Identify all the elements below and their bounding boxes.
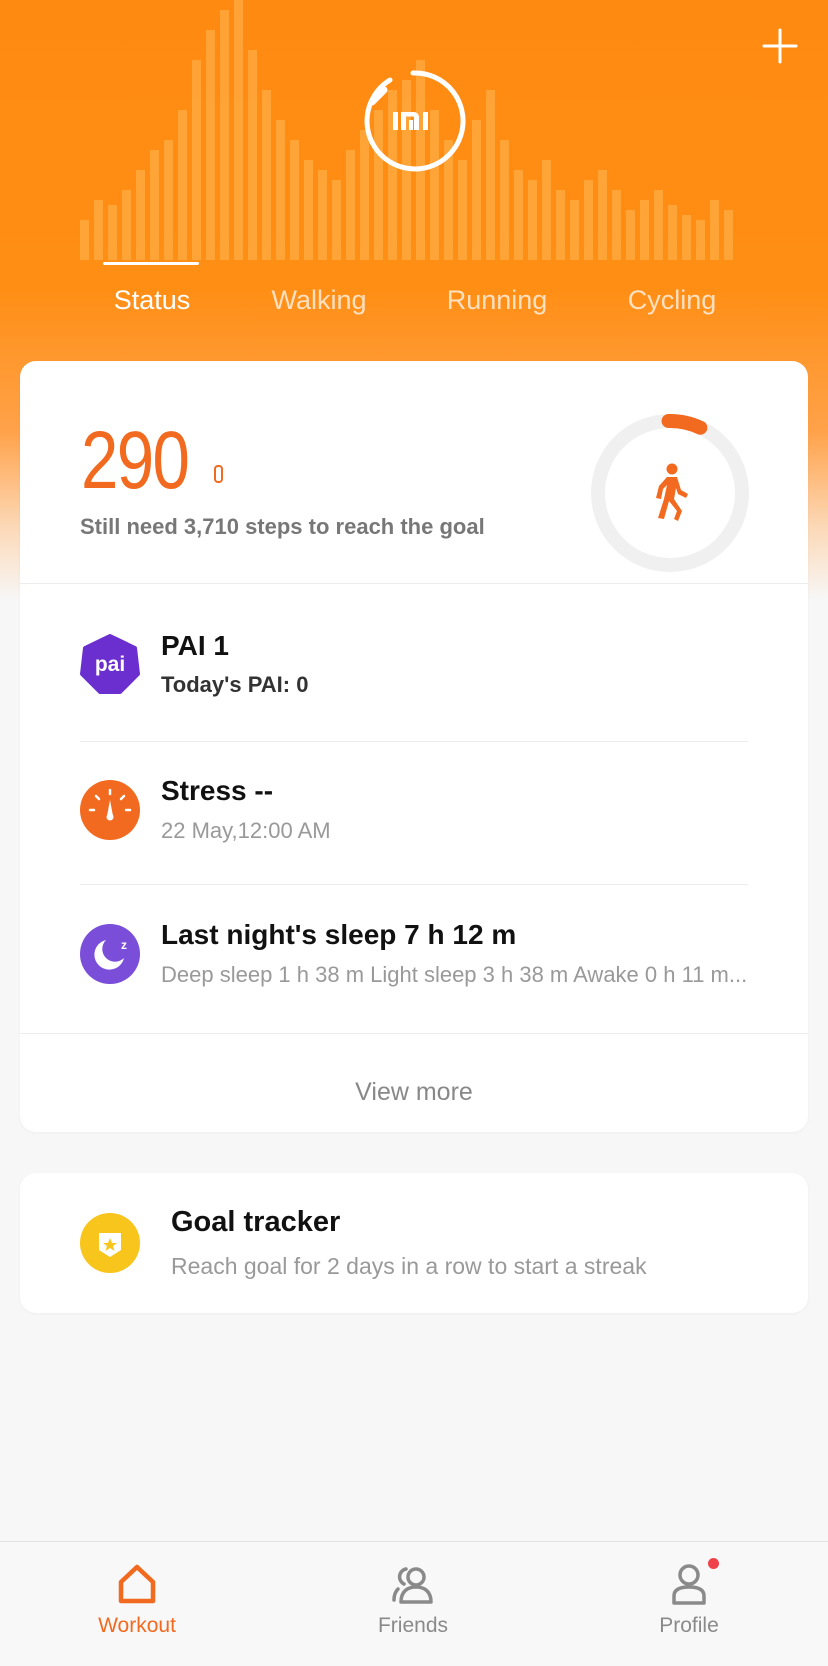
background-bar [164,140,173,260]
background-bar [276,120,285,260]
background-bar [192,60,201,260]
background-bar [570,200,579,260]
background-bar [556,190,565,260]
steps-count: 290 [81,415,190,506]
activity-tabs: Status Walking Running Cycling [0,255,828,315]
background-bar [584,180,593,260]
background-bar [542,160,551,260]
background-bar [500,140,509,260]
tab-walking[interactable]: Walking [229,285,409,316]
svg-text:z: z [121,938,127,952]
plus-icon[interactable] [760,26,800,66]
background-bar [262,90,271,260]
divider [80,884,748,885]
pai-subtitle: Today's PAI: 0 [161,672,309,697]
divider [80,741,748,742]
background-bar [108,205,117,260]
background-bar [668,205,677,260]
mi-logo [364,70,466,172]
goal-tracker-subtitle: Reach goal for 2 days in a row to start … [171,1253,647,1279]
background-bar [136,170,145,260]
sleep-title: Last night's sleep 7 h 12 m [161,919,517,950]
background-bar [346,150,355,260]
divider [20,583,808,584]
nav-workout-label: Workout [98,1614,176,1637]
band-icon [214,465,223,483]
home-icon [118,1564,156,1604]
background-bar [724,210,733,260]
background-bar [682,215,691,260]
friends-icon [392,1567,433,1604]
background-bar [626,210,635,260]
background-bar [234,0,243,260]
background-bar [332,180,341,260]
background-bar [150,150,159,260]
badge-star-icon [80,1213,140,1273]
notification-dot [708,1558,719,1569]
background-bar [598,170,607,260]
background-bar [206,30,215,260]
pai-icon: pai [80,634,140,694]
background-bar [220,10,229,260]
tab-status[interactable]: Status [62,285,242,316]
walking-person-icon [656,463,688,521]
stress-subtitle: 22 May,12:00 AM [161,818,331,843]
nav-workout[interactable]: Workout [67,1560,207,1638]
background-bar [472,120,481,260]
pai-icon-text: pai [95,653,125,676]
view-more-button[interactable]: View more [20,1053,808,1132]
background-bar [178,110,187,260]
goal-tracker-title: Goal tracker [171,1206,341,1238]
background-bar [304,160,313,260]
nav-profile-label: Profile [659,1614,719,1637]
tab-indicator [103,262,199,265]
steps-remaining-text: Still need 3,710 steps to reach the goal [80,514,485,539]
background-bar [486,90,495,260]
background-bar [94,200,103,260]
divider [20,1033,808,1034]
background-bar [612,190,621,260]
background-bar [528,180,537,260]
status-card: 290 Still need 3,710 steps to reach the … [20,361,808,1132]
background-bar [318,170,327,260]
profile-icon [672,1564,706,1605]
stress-title: Stress -- [161,775,274,806]
nav-friends-label: Friends [377,1614,449,1637]
nav-friends[interactable]: Friends [343,1560,483,1638]
bottom-navigation: Workout Friends Profile [0,1541,828,1666]
background-bar [80,220,89,260]
tab-cycling[interactable]: Cycling [582,285,762,316]
background-bar [248,50,257,260]
gauge-icon [80,780,140,840]
background-bar [458,160,467,260]
nav-profile[interactable]: Profile [619,1558,759,1638]
background-bar [710,200,719,260]
pai-title: PAI 1 [161,630,229,661]
tab-running[interactable]: Running [407,285,587,316]
background-bar [654,190,663,260]
moon-icon: z [80,924,140,984]
background-bar [696,220,705,260]
background-bar [514,170,523,260]
goal-tracker-card[interactable]: Goal tracker Reach goal for 2 days in a … [20,1173,808,1313]
background-bar [122,190,131,260]
steps-progress-ring [591,414,749,572]
background-bar [640,200,649,260]
background-bar [290,140,299,260]
sleep-subtitle: Deep sleep 1 h 38 m Light sleep 3 h 38 m… [161,962,748,987]
